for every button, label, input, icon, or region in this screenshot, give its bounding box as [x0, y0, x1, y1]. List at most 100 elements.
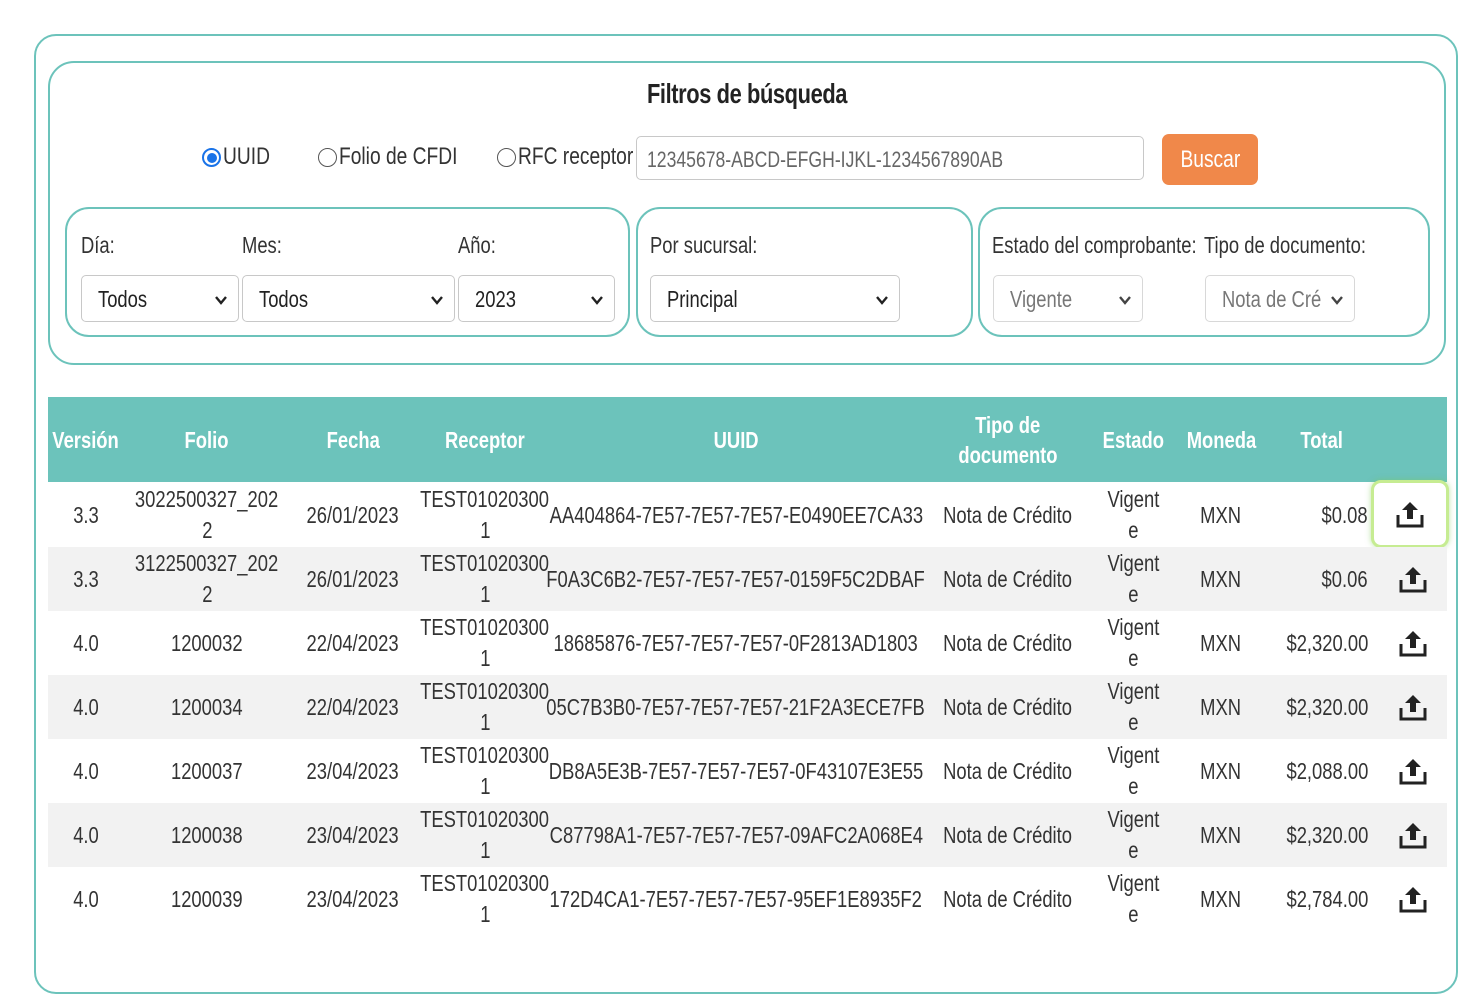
table-row: 4.0 1200034 22/04/2023 TEST01020300 1 05C…: [48, 675, 1447, 739]
upload-icon: [1399, 823, 1427, 849]
year-select[interactable]: 2023: [458, 275, 615, 322]
radio-uuid[interactable]: UUID: [202, 143, 282, 171]
cell-estado: Vigent e: [1107, 678, 1159, 735]
cell-total: $0.08: [1321, 501, 1368, 528]
cell-fecha: 22/04/2023: [306, 629, 400, 656]
search-button-label: Buscar: [1180, 145, 1240, 173]
upload-icon: [1399, 695, 1427, 721]
chevron-down-icon: [876, 296, 888, 305]
cell-tipo: Nota de Crédito: [943, 821, 1073, 848]
upload-button[interactable]: [1398, 675, 1428, 739]
chevron-down-icon: [431, 296, 443, 305]
status-select[interactable]: Vigente: [993, 275, 1143, 322]
cell-receptor: TEST01020300 1: [420, 806, 550, 863]
year-select-value: 2023: [475, 286, 516, 312]
col-fecha: Fecha: [326, 426, 380, 453]
day-label: Día:: [81, 232, 115, 258]
upload-icon: [1399, 631, 1427, 657]
table-row: 4.0 1200039 23/04/2023 TEST01020300 1 172…: [48, 867, 1447, 931]
table-row: 4.0 1200032 22/04/2023 TEST01020300 1 186…: [48, 611, 1447, 675]
cell-receptor: TEST01020300 1: [420, 614, 550, 671]
cell-folio: 3022500327_202 2: [135, 486, 279, 543]
cell-uuid: DB8A5E3B-7E57-7E57-7E57-0F43107E3E55: [548, 757, 924, 784]
radio-folio[interactable]: Folio de CFDI: [318, 143, 487, 171]
cell-receptor: TEST01020300 1: [420, 486, 550, 543]
year-label: Año:: [458, 232, 496, 258]
cell-version: 3.3: [73, 565, 99, 592]
radio-uuid-label: UUID: [223, 143, 270, 170]
table-row: 4.0 1200038 23/04/2023 TEST01020300 1 C87…: [48, 803, 1447, 867]
status-select-value: Vigente: [1010, 286, 1073, 312]
col-tipo-documento: Tipo de documento: [958, 411, 1058, 468]
cell-tipo: Nota de Crédito: [943, 565, 1073, 592]
cell-total: $2,320.00: [1286, 693, 1368, 720]
radio-folio-control[interactable]: [318, 147, 337, 167]
search-input[interactable]: 12345678-ABCD-EFGH-IJKL-1234567890AB: [636, 136, 1144, 180]
cell-uuid: 172D4CA1-7E57-7E57-7E57-95EF1E8935F2: [549, 885, 923, 912]
cell-uuid: AA404864-7E57-7E57-7E57-E0490EE7CA33: [549, 501, 923, 528]
cell-version: 4.0: [73, 885, 99, 912]
doc-type-select-value: Nota de Cré: [1222, 286, 1322, 312]
cell-version: 4.0: [73, 757, 99, 784]
table-row: 4.0 1200037 23/04/2023 TEST01020300 1 DB8…: [48, 739, 1447, 803]
cell-total: $2,320.00: [1286, 821, 1368, 848]
doc-type-select[interactable]: Nota de Cré: [1205, 275, 1355, 322]
col-uuid: UUID: [713, 426, 759, 453]
radio-rfc-label: RFC receptor: [518, 143, 634, 170]
branch-select[interactable]: Principal: [650, 275, 900, 322]
cell-receptor: TEST01020300 1: [420, 678, 550, 735]
cell-fecha: 23/04/2023: [306, 885, 400, 912]
filters-title: Filtros de búsqueda: [646, 78, 848, 109]
upload-icon: [1399, 759, 1427, 785]
col-total: Total: [1300, 426, 1344, 453]
upload-button[interactable]: [1398, 739, 1428, 803]
chevron-down-icon: [1119, 296, 1131, 305]
doc-type-label: Tipo de documento:: [1204, 232, 1366, 258]
cell-tipo: Nota de Crédito: [943, 693, 1073, 720]
chevron-down-icon: [215, 296, 227, 305]
upload-button[interactable]: [1398, 867, 1428, 931]
upload-icon: [1396, 502, 1424, 528]
table-row: 3.3 3122500327_202 2 26/01/2023 TEST01020…: [48, 547, 1447, 611]
col-version: Versión: [52, 426, 120, 453]
day-select[interactable]: Todos: [81, 275, 239, 322]
cell-folio: 1200037: [171, 757, 243, 784]
cell-receptor: TEST01020300 1: [420, 550, 550, 607]
search-button[interactable]: Buscar: [1162, 134, 1258, 185]
cell-uuid: C87798A1-7E57-7E57-7E57-09AFC2A068E4: [549, 821, 923, 848]
radio-uuid-control[interactable]: [202, 147, 221, 167]
cell-uuid: 05C7B3B0-7E57-7E57-7E57-21F2A3ECE7FB: [546, 693, 926, 720]
cell-estado: Vigent e: [1107, 550, 1159, 607]
col-receptor: Receptor: [445, 426, 525, 453]
upload-button[interactable]: [1398, 547, 1428, 611]
cell-tipo: Nota de Crédito: [943, 501, 1073, 528]
cell-folio: 1200039: [171, 885, 243, 912]
cell-version: 4.0: [73, 821, 99, 848]
upload-icon: [1399, 567, 1427, 593]
month-select[interactable]: Todos: [242, 275, 455, 322]
cell-estado: Vigent e: [1107, 870, 1159, 927]
cell-fecha: 23/04/2023: [306, 757, 400, 784]
cell-folio: 1200038: [171, 821, 243, 848]
cell-version: 3.3: [73, 501, 99, 528]
cell-fecha: 23/04/2023: [306, 821, 400, 848]
cell-fecha: 26/01/2023: [306, 501, 400, 528]
radio-rfc-control[interactable]: [497, 147, 516, 167]
cell-receptor: TEST01020300 1: [420, 742, 550, 799]
upload-button[interactable]: [1398, 803, 1428, 867]
cell-fecha: 26/01/2023: [306, 565, 400, 592]
cell-total: $0.06: [1321, 565, 1368, 592]
month-select-value: Todos: [259, 286, 309, 312]
upload-button[interactable]: [1371, 480, 1449, 548]
cell-version: 4.0: [73, 693, 99, 720]
cell-folio: 1200032: [171, 629, 243, 656]
upload-button[interactable]: [1398, 611, 1428, 675]
cell-total: $2,088.00: [1286, 757, 1368, 784]
cell-tipo: Nota de Crédito: [943, 629, 1073, 656]
chevron-down-icon: [1331, 296, 1343, 305]
cell-folio: 3122500327_202 2: [135, 550, 279, 607]
cell-uuid: F0A3C6B2-7E57-7E57-7E57-0159F5C2DBAF: [546, 565, 926, 592]
col-moneda: Moneda: [1186, 426, 1256, 453]
cell-tipo: Nota de Crédito: [943, 757, 1073, 784]
cell-estado: Vigent e: [1107, 806, 1159, 863]
